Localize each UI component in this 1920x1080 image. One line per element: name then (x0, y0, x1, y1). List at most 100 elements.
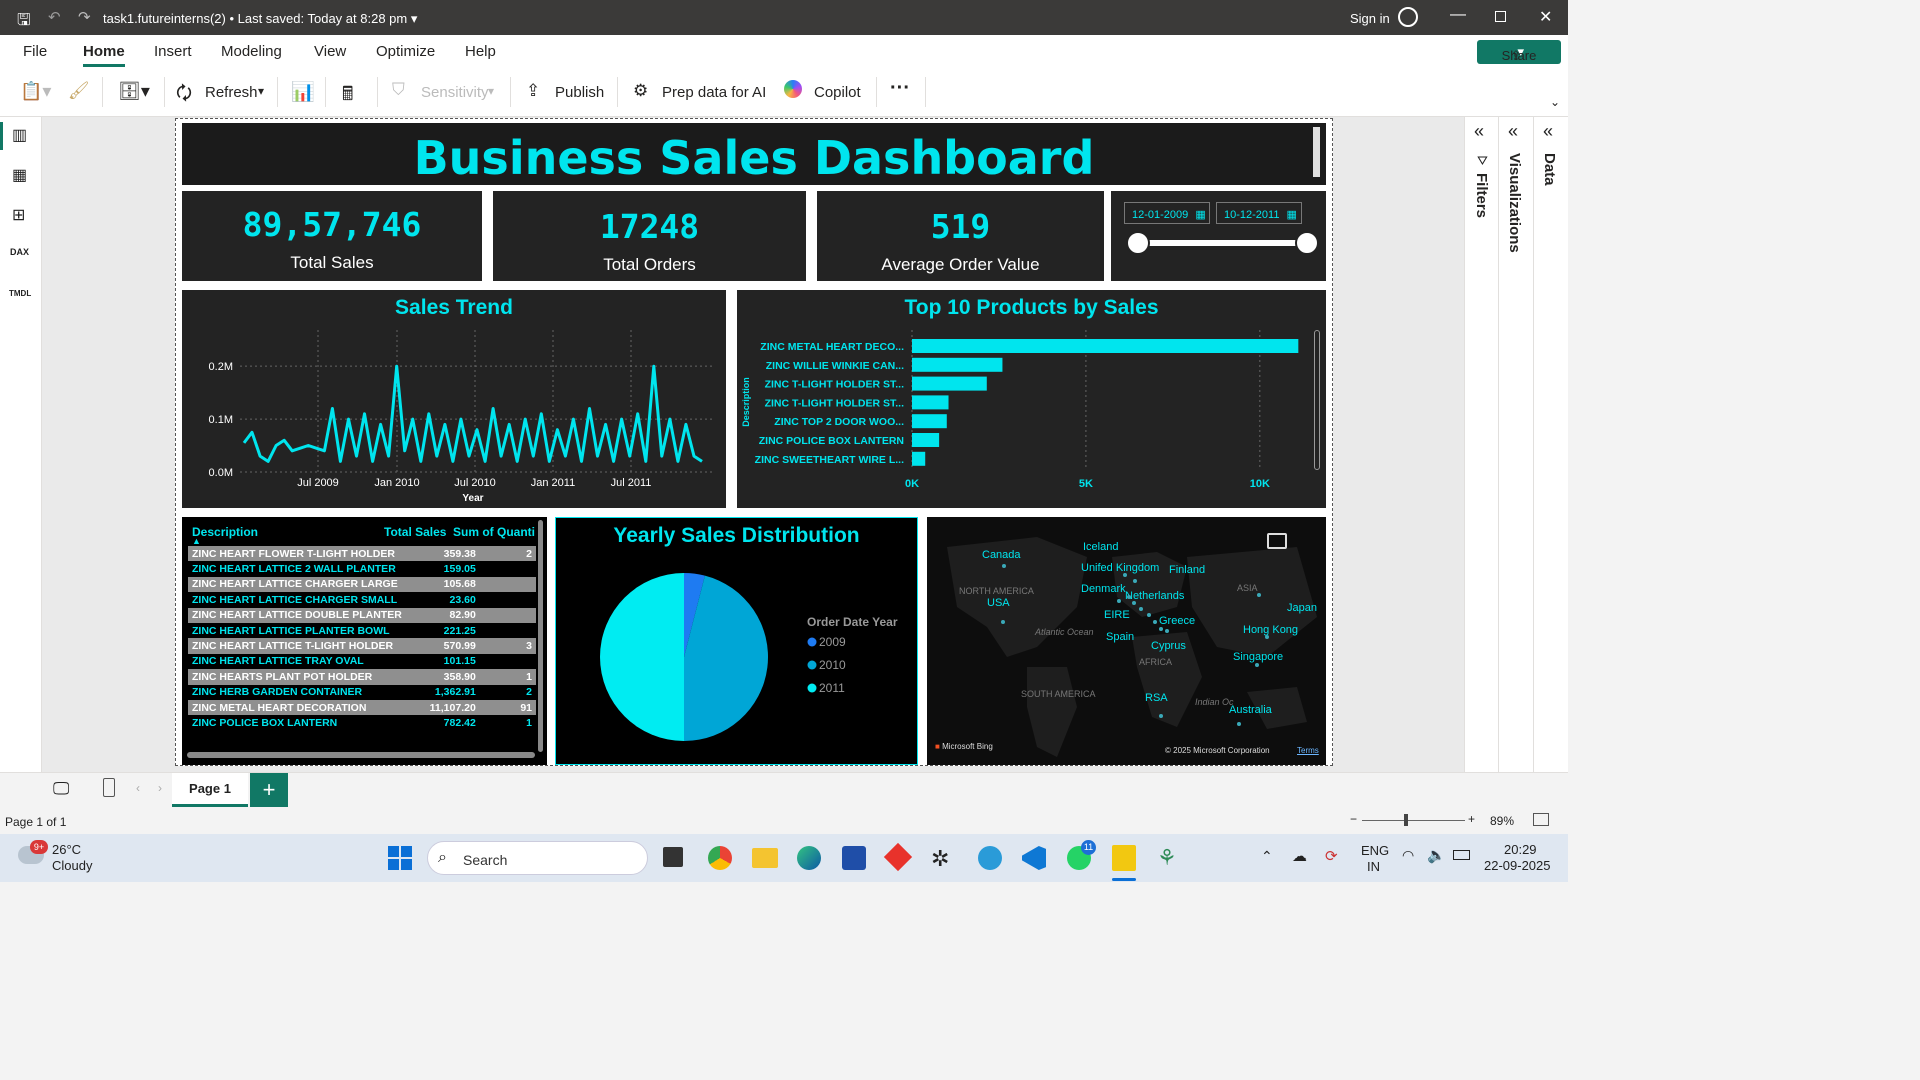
close-button[interactable]: ✕ (1539, 7, 1552, 27)
tab-insert[interactable]: Insert (154, 43, 192, 60)
map-point[interactable] (1117, 599, 1121, 603)
expand-visualizations-icon[interactable]: « (1508, 121, 1518, 142)
table-row[interactable]: ZINC HEART LATTICE CHARGER SMALL 23.60 (188, 592, 536, 608)
minimize-button[interactable]: — (1450, 6, 1466, 24)
next-page-icon[interactable]: › (158, 781, 162, 795)
table-row[interactable]: ZINC HEART LATTICE TRAY OVAL 101.15 (188, 653, 536, 670)
map-label[interactable]: Unifed Kingdom (1081, 562, 1159, 574)
format-painter-icon[interactable]: 🖌 (68, 81, 90, 101)
map-label[interactable]: Denmark (1081, 583, 1126, 595)
fit-to-page-icon[interactable] (1533, 813, 1549, 826)
tab-home[interactable]: Home (83, 43, 125, 67)
tab-optimize[interactable]: Optimize (376, 43, 435, 60)
language-code[interactable]: ENG (1361, 843, 1389, 858)
slider-start-handle[interactable] (1126, 231, 1150, 255)
desktop-layout-icon[interactable]: 🖵 (53, 779, 69, 799)
map-label[interactable]: Finland (1169, 564, 1205, 576)
vertical-scrollbar[interactable] (538, 520, 543, 752)
zoom-out-icon[interactable]: − (1350, 812, 1357, 826)
map-label[interactable]: Greece (1159, 615, 1195, 627)
power-bi-icon[interactable] (1112, 845, 1136, 871)
slider-end-handle[interactable] (1295, 231, 1319, 255)
map-label[interactable]: USA (987, 597, 1010, 609)
map-point[interactable] (1147, 613, 1151, 617)
prep-data-button[interactable]: Prep data for AI (662, 84, 766, 101)
search-box[interactable]: ⌕ Search (427, 841, 648, 875)
account-icon[interactable] (1398, 7, 1418, 27)
map-point[interactable] (1001, 620, 1005, 624)
map-point[interactable] (1139, 607, 1143, 611)
refresh-dropdown-icon[interactable]: ▾ (258, 84, 264, 98)
maximize-button[interactable] (1495, 11, 1506, 22)
zoom-in-icon[interactable]: + (1468, 812, 1475, 826)
expand-data-icon[interactable]: « (1543, 121, 1553, 142)
sensitivity-dropdown-icon[interactable]: ▾ (488, 84, 494, 98)
map-label[interactable]: Japan (1287, 602, 1317, 614)
table-row[interactable]: ZINC HEART LATTICE T-LIGHT HOLDER 570.99 3 (188, 638, 536, 654)
file-explorer-icon[interactable] (752, 848, 778, 868)
table-view-icon[interactable]: ▦ (12, 165, 27, 185)
store-icon[interactable] (842, 846, 866, 870)
volume-icon[interactable]: 🔈 (1427, 846, 1446, 864)
map-label[interactable]: Cyprus (1151, 640, 1186, 652)
map-label[interactable]: RSA (1145, 692, 1168, 704)
tab-page-1[interactable]: Page 1 (172, 773, 248, 807)
show-hidden-icons[interactable]: ⌃ (1261, 848, 1273, 865)
dax-query-icon[interactable]: DAX (10, 247, 29, 257)
edge-icon[interactable] (797, 846, 821, 870)
map-label[interactable]: Australia (1229, 704, 1272, 716)
region-code[interactable]: IN (1367, 859, 1380, 874)
filters-pane-label[interactable]: Filters (1473, 173, 1490, 218)
tmdl-view-icon[interactable]: TMDL (9, 289, 31, 298)
map-label[interactable]: Singapore (1233, 651, 1283, 663)
add-page-button[interactable]: + (250, 773, 288, 807)
map-point[interactable] (1159, 714, 1163, 718)
scrollbar[interactable] (1313, 127, 1320, 177)
mobile-layout-icon[interactable] (103, 778, 115, 797)
map-point[interactable] (1159, 627, 1163, 631)
python-icon[interactable] (978, 846, 1002, 870)
map-point[interactable] (1237, 722, 1241, 726)
sign-in-link[interactable]: Sign in (1350, 11, 1390, 26)
sensitivity-button[interactable]: Sensitivity (421, 84, 489, 101)
redo-icon[interactable]: ↷ (78, 8, 91, 26)
table-row[interactable]: ZINC METAL HEART DECORATION 11,107.20 91 (188, 699, 536, 716)
publish-button[interactable]: Publish (555, 84, 604, 101)
tab-file[interactable]: File (23, 43, 47, 60)
clock-date[interactable]: 22-09-2025 (1484, 858, 1551, 873)
table-row[interactable]: ZINC HERB GARDEN CONTAINER 1,362.91 2 (188, 684, 536, 700)
map-point[interactable] (1127, 595, 1131, 599)
expand-filters-icon[interactable]: « (1474, 121, 1484, 142)
table-row[interactable]: ZINC HEART LATTICE DOUBLE PLANTER 82.90 (188, 607, 536, 623)
more-options-icon[interactable]: ··· (890, 77, 910, 100)
collapse-ribbon-icon[interactable]: ⌄ (1550, 95, 1560, 109)
onedrive-icon[interactable]: ☁ (1292, 847, 1307, 865)
table-header-quantity[interactable]: Sum of Quanti (453, 525, 535, 539)
focus-mode-icon[interactable] (1267, 533, 1287, 549)
table-row[interactable]: ZINC POLICE BOX LANTERN 782.42 1 (188, 715, 536, 731)
map-label[interactable]: Hong Kong (1243, 624, 1298, 636)
tab-modeling[interactable]: Modeling (221, 43, 282, 60)
table-header-description[interactable]: Description (192, 525, 258, 539)
tab-help[interactable]: Help (465, 43, 496, 60)
terms-link[interactable]: Terms (1297, 746, 1319, 755)
table-row[interactable]: ZINC HEART LATTICE PLANTER BOWL 221.25 (188, 622, 536, 639)
date-from-input[interactable]: 12-01-2009 ▦ (1124, 202, 1210, 224)
new-visual-icon[interactable]: 📊 (291, 80, 315, 104)
table-header-total-sales[interactable]: Total Sales (384, 525, 446, 539)
undo-icon[interactable]: ↶ (48, 8, 61, 26)
task-view-icon[interactable] (663, 847, 683, 867)
map-point[interactable] (1002, 564, 1006, 568)
map-label[interactable]: Canada (982, 549, 1021, 561)
map-label[interactable]: Spain (1106, 631, 1134, 643)
table-row[interactable]: ZINC HEART LATTICE CHARGER LARGE 105.68 (188, 576, 536, 593)
table-row[interactable]: ZINC HEART LATTICE 2 WALL PLANTER 159.05 (188, 561, 536, 577)
share-button[interactable]: ⇪ Share ▾ (1477, 40, 1561, 64)
map-point[interactable] (1153, 620, 1157, 624)
file-title[interactable]: task1.futureinterns(2) • Last saved: Tod… (103, 11, 417, 27)
wifi-icon[interactable]: ◠ (1402, 847, 1414, 864)
map-point[interactable] (1133, 579, 1137, 583)
git-icon[interactable] (883, 842, 913, 872)
chart-scrollbar[interactable] (1314, 330, 1320, 470)
map-label[interactable]: EIRE (1104, 609, 1130, 621)
